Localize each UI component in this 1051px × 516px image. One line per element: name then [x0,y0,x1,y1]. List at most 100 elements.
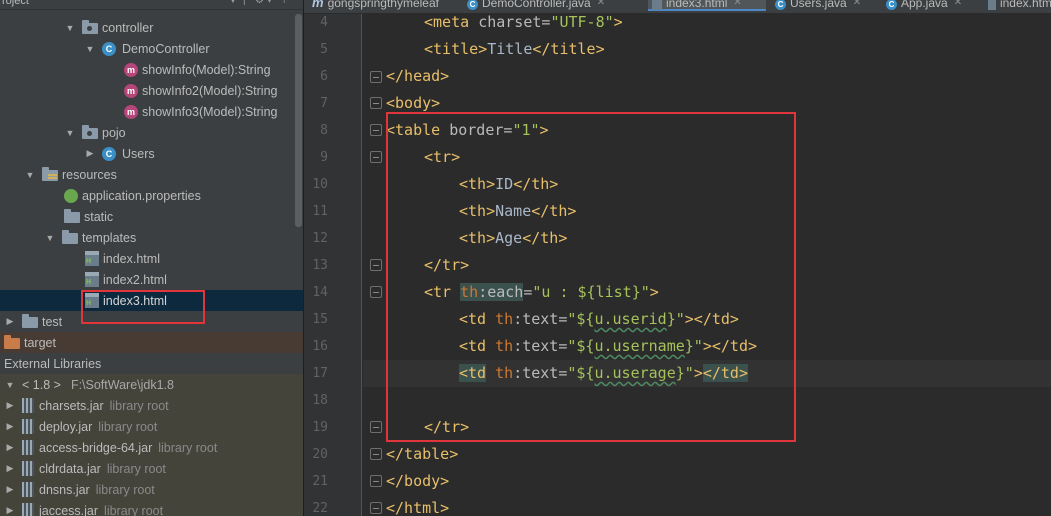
line-number: 15 [312,312,328,327]
project-scrollbar[interactable] [295,14,302,227]
tree-item-resources[interactable]: ▼ resources [0,164,303,185]
tree-item-label: showInfo2(Model):String [142,83,278,98]
tree-item-target[interactable]: target [0,332,303,353]
method-icon: m [124,104,138,119]
tree-item-test[interactable]: ▶ test [0,311,303,332]
tab-users-java[interactable]: C Users.java ✕ [771,0,879,11]
tree-item-label: < 1.8 > [22,377,61,392]
fold-marker-icon[interactable] [370,124,382,136]
tree-item-showinfo3[interactable]: m showInfo3(Model):String [0,101,303,122]
project-title: roject [2,0,29,7]
tab-label: App.java [901,0,948,10]
chevron-down-icon[interactable]: ▼ [64,128,76,138]
line-number: 10 [312,177,328,192]
tree-item-pojo[interactable]: ▼ pojo [0,122,303,143]
tree-item-index3-html[interactable]: index3.html [0,290,303,311]
fold-marker-icon[interactable] [370,97,382,109]
close-icon[interactable]: ✕ [733,0,741,9]
tree-item-label: access-bridge-64.jar [39,440,153,455]
class-icon: C [775,0,786,10]
tree-item-controller[interactable]: ▼ controller [0,17,303,38]
package-folder-icon [82,124,98,139]
tree-item-jar[interactable]: ▶ jaccess.jar library root [0,500,303,516]
tree-item-label: dnsns.jar [39,482,90,497]
close-icon[interactable]: ✕ [853,0,861,9]
html-file-icon [988,0,996,10]
line-number: 18 [312,393,328,408]
method-icon: m [124,62,138,77]
tab-label: DemoController.java [482,0,591,10]
tab-gongspringthymeleaf[interactable]: m gongspringthymeleaf [308,0,458,11]
close-icon[interactable]: ✕ [954,0,962,9]
tab-label: index.htm [999,0,1051,10]
dropdown-icon[interactable]: ▼ [228,0,238,7]
chevron-right-icon[interactable]: ▶ [4,400,16,411]
tree-item-jar[interactable]: ▶ access-bridge-64.jar library root [0,437,303,458]
fold-marker-icon[interactable] [370,151,382,163]
fold-marker-icon[interactable] [370,71,382,83]
code-line-11: <th>Name</th> [459,202,577,220]
code-editor[interactable]: 4 5 6 7 8 9 10 11 12 13 14 15 16 17 18 1… [303,0,1051,516]
tab-index3-html[interactable]: index3.html ✕ [648,0,766,11]
tree-item-index2-html[interactable]: index2.html [0,269,303,290]
fold-marker-icon[interactable] [370,259,382,271]
tree-item-jar[interactable]: ▶ cldrdata.jar library root [0,458,303,479]
tree-item-label: index3.html [103,293,167,308]
chevron-right-icon[interactable]: ▶ [4,421,16,432]
chevron-down-icon[interactable]: ▼ [24,170,36,180]
tree-item-showinfo2[interactable]: m showInfo2(Model):String [0,80,303,101]
fold-marker-icon[interactable] [370,286,382,298]
tree-item-jar[interactable]: ▶ dnsns.jar library root [0,479,303,500]
folder-icon [64,208,80,223]
code-line-5: <title>Title</title> [424,40,605,58]
tree-item-label: index2.html [103,272,167,287]
fold-marker-icon[interactable] [370,475,382,487]
chevron-down-icon[interactable]: ▼ [4,380,16,390]
chevron-down-icon[interactable]: ▼ [84,44,96,54]
close-icon[interactable]: ✕ [597,0,605,9]
code-line-6: </head> [386,67,450,85]
fold-marker-icon[interactable] [370,421,382,433]
library-root-label: library root [95,482,155,497]
tree-item-application-properties[interactable]: application.properties [0,185,303,206]
chevron-right-icon[interactable]: ▶ [4,484,16,495]
properties-file-icon [64,188,78,203]
chevron-right-icon[interactable]: ▶ [4,463,16,474]
tree-item-label: target [24,335,56,350]
tab-app-java[interactable]: C App.java ✕ [882,0,982,11]
fold-marker-icon[interactable] [370,448,382,460]
tree-item-label: cldrdata.jar [39,461,101,476]
tree-item-democontroller[interactable]: ▼ C DemoController [0,38,303,59]
tree-item-users[interactable]: ▶ C Users [0,143,303,164]
code-line-20: </table> [386,445,459,463]
tree-item-label: DemoController [122,41,210,56]
chevron-down-icon[interactable]: ▼ [64,23,76,33]
tree-item-jdk[interactable]: ▼ < 1.8 > F:\SoftWare\jdk1.8 [0,374,303,395]
line-number: 20 [312,447,328,462]
chevron-right-icon[interactable]: ▶ [84,148,96,159]
fold-marker-icon[interactable] [370,502,382,514]
chevron-down-icon[interactable]: ▼ [44,233,56,243]
jar-icon [22,398,34,413]
chevron-right-icon[interactable]: ▶ [4,505,16,516]
minimize-icon[interactable]: ⊢ [283,0,292,7]
tree-item-jar[interactable]: ▶ deploy.jar library root [0,416,303,437]
tree-item-external-libraries[interactable]: External Libraries [0,353,303,374]
chevron-right-icon[interactable]: ▶ [4,442,16,453]
line-number: 6 [320,69,328,84]
tab-index-html[interactable]: index.htm [984,0,1051,11]
chevron-right-icon[interactable]: ▶ [4,316,16,327]
tree-item-static[interactable]: static [0,206,303,227]
html-file-icon [85,272,99,287]
gear-icon[interactable]: ⚙ [255,0,264,7]
code-line-10: <th>ID</th> [459,175,559,193]
dropdown-icon[interactable]: ▾ [267,0,272,7]
tree-item-templates[interactable]: ▼ templates [0,227,303,248]
tree-item-showinfo[interactable]: m showInfo(Model):String [0,59,303,80]
method-icon: m [124,83,138,98]
tree-item-index-html[interactable]: index.html [0,248,303,269]
divider-icon: | [243,0,246,6]
line-number: 12 [312,231,328,246]
tab-democontroller-java[interactable]: C DemoController.java ✕ [463,0,643,11]
tree-item-jar[interactable]: ▶ charsets.jar library root [0,395,303,416]
